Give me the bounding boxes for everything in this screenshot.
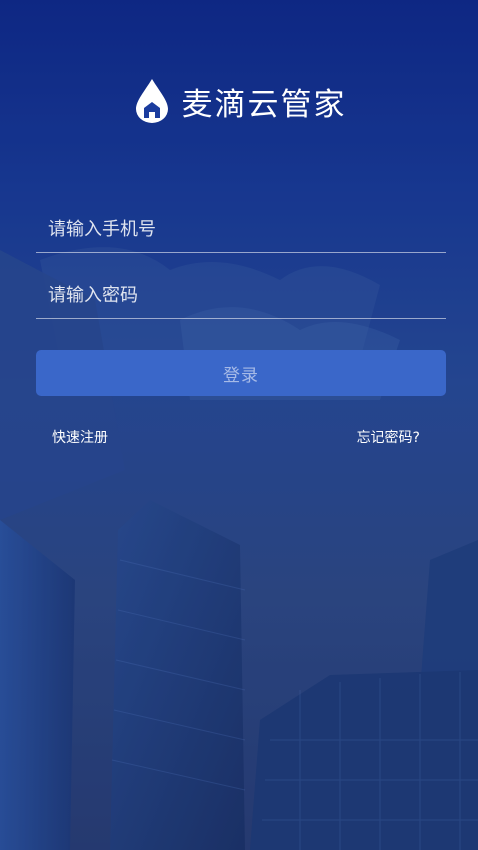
brand-header: 麦滴云管家 [0, 78, 478, 124]
password-field [36, 268, 446, 319]
login-screen: 麦滴云管家 登录 快速注册 忘记密码? [0, 0, 478, 850]
phone-input[interactable] [36, 219, 446, 252]
app-title: 麦滴云管家 [181, 86, 347, 123]
auth-links: 快速注册 忘记密码? [52, 427, 420, 447]
forgot-password-link[interactable]: 忘记密码? [357, 427, 420, 447]
phone-field [36, 202, 446, 253]
password-input[interactable] [36, 285, 446, 318]
register-link[interactable]: 快速注册 [52, 427, 108, 447]
droplet-logo-icon [135, 79, 168, 123]
login-button[interactable]: 登录 [36, 350, 446, 396]
